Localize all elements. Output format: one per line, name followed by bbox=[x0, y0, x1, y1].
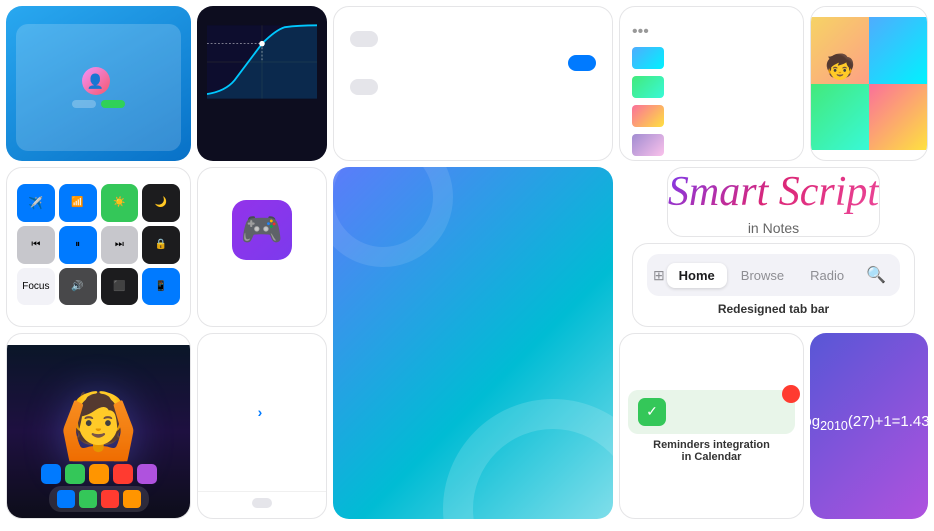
sp-avatar-row: 👤 bbox=[82, 67, 116, 95]
cc-next-btn[interactable]: ⏭ bbox=[101, 226, 139, 264]
photos-grid: 🧒 bbox=[811, 17, 927, 150]
cc-focus-btn[interactable]: Focus bbox=[17, 268, 55, 306]
cc-wifi-btn[interactable]: ✈️ bbox=[17, 184, 55, 222]
ff-thumb-4 bbox=[632, 134, 664, 156]
collapsible-top: › bbox=[198, 334, 326, 491]
reminders-badge bbox=[782, 385, 800, 403]
search-icon[interactable]: 🔍 bbox=[858, 260, 894, 290]
ipados-arc2 bbox=[333, 167, 453, 267]
ff-thumb-3 bbox=[632, 105, 664, 127]
freeform-card: ••• bbox=[619, 6, 804, 161]
cc-screen-btn[interactable]: ⬛ bbox=[101, 268, 139, 306]
ff-thumb-2 bbox=[632, 76, 664, 98]
hs3-app-5 bbox=[137, 464, 157, 484]
dock-icon-2 bbox=[79, 490, 97, 508]
cc-play-btn[interactable]: ⏸ bbox=[59, 226, 97, 264]
sp-avatar: 👤 bbox=[82, 67, 110, 95]
math-card: log2010(27)+1=1.433 bbox=[810, 333, 928, 519]
ipados-card bbox=[333, 167, 613, 519]
homescreen-person: 🙆 bbox=[59, 389, 139, 464]
ff-item-3 bbox=[632, 105, 791, 127]
sp-allow-button[interactable] bbox=[101, 100, 125, 108]
control-center-card: ✈️ 📶 ☀️ 🌙 ⏮ ⏸ ⏭ 🔒 Focus 🔊 ⬛ 📱 bbox=[6, 167, 191, 327]
smartscript-inner: Smart Script in Notes bbox=[667, 167, 880, 237]
chat-messages bbox=[350, 31, 596, 95]
photo-1: 🧒 bbox=[811, 17, 869, 84]
hs3-app-1 bbox=[41, 464, 61, 484]
freeform-dots: ••• bbox=[632, 23, 791, 41]
graphing-card bbox=[197, 6, 327, 161]
photos-card: 🧒 bbox=[810, 6, 928, 161]
ipados-arc bbox=[443, 399, 613, 519]
cc-dark-btn[interactable]: 🌙 bbox=[142, 184, 180, 222]
ff-item-4 bbox=[632, 134, 791, 156]
hs3-app-row bbox=[41, 464, 157, 484]
graphing-svg bbox=[207, 22, 317, 102]
dock-icon-4 bbox=[123, 490, 141, 508]
emoji-tapbacks-section bbox=[198, 491, 326, 518]
control-grid: ✈️ 📶 ☀️ 🌙 ⏮ ⏸ ⏭ 🔒 Focus 🔊 ⬛ 📱 bbox=[17, 184, 180, 305]
homescreen-card: 🙆 bbox=[6, 333, 191, 519]
homescreen-bg: 🙆 bbox=[7, 345, 190, 518]
dock-icon-1 bbox=[57, 490, 75, 508]
reminders-inner: ✓ bbox=[628, 390, 795, 434]
cc-volume-btn[interactable]: 🔊 bbox=[59, 268, 97, 306]
photos-header bbox=[811, 7, 927, 17]
tabbar-label: Redesigned tab bar bbox=[647, 302, 900, 316]
tabbar-inner: ⊞ Home Browse Radio 🔍 Redesigned tab bar bbox=[632, 243, 915, 327]
chat-msg-1 bbox=[350, 31, 378, 47]
chat-msg-3 bbox=[350, 79, 378, 95]
math-formula: log2010(27)+1=1.433 bbox=[810, 413, 928, 433]
reminders-icon: ✓ bbox=[638, 398, 666, 426]
tab-home[interactable]: Home bbox=[667, 263, 727, 288]
cc-music-btn[interactable]: ⏮ bbox=[17, 226, 55, 264]
ff-item-1 bbox=[632, 47, 791, 69]
gamemode-card: 🎮 bbox=[197, 167, 327, 327]
sp-deny-button[interactable] bbox=[72, 100, 96, 108]
cc-brightness-btn[interactable]: ☀️ bbox=[101, 184, 139, 222]
cc-extra-btn[interactable]: 📱 bbox=[142, 268, 180, 306]
reminders-card: ✓ Reminders integrationin Calendar bbox=[619, 333, 804, 519]
hs3-app-2 bbox=[65, 464, 85, 484]
sp-button-row bbox=[72, 100, 125, 108]
homescreen-title bbox=[7, 334, 190, 345]
freeform-list bbox=[632, 47, 791, 156]
reminders-label: Reminders integrationin Calendar bbox=[653, 439, 770, 463]
smartscript-title-inner: Smart Script bbox=[668, 168, 879, 216]
shareplay-dialog: 👤 bbox=[16, 24, 181, 151]
cc-bt-btn[interactable]: 📶 bbox=[59, 184, 97, 222]
photo-2 bbox=[869, 17, 927, 84]
smartscript-sub-inner: in Notes bbox=[748, 220, 799, 236]
chevron-icon: › bbox=[258, 404, 263, 420]
hs3-dock bbox=[49, 486, 149, 512]
gamemode-icon: 🎮 bbox=[232, 200, 292, 260]
photo-4 bbox=[869, 84, 927, 151]
ff-item-2 bbox=[632, 76, 791, 98]
photo-3 bbox=[811, 84, 869, 151]
hs3-app-4 bbox=[113, 464, 133, 484]
texteffects-card bbox=[333, 6, 613, 161]
hs3-app-3 bbox=[89, 464, 109, 484]
grid-icon: ⊞ bbox=[653, 267, 665, 284]
emoji-bubble bbox=[252, 498, 272, 508]
photo-person: 🧒 bbox=[825, 53, 855, 82]
shareplay-card: 👤 bbox=[6, 6, 191, 161]
ff-thumb-1 bbox=[632, 47, 664, 69]
tab-radio[interactable]: Radio bbox=[798, 263, 856, 288]
tabbar-bar: ⊞ Home Browse Radio 🔍 bbox=[647, 254, 900, 296]
tab-browse[interactable]: Browse bbox=[729, 263, 796, 288]
collapsible-header-row: › bbox=[258, 404, 267, 420]
smartscript-card: Smart Script in Notes ⊞ Home Browse Radi… bbox=[619, 167, 928, 327]
photos-footer bbox=[811, 150, 927, 160]
collapsible-card: › bbox=[197, 333, 327, 519]
cc-lock-btn[interactable]: 🔒 bbox=[142, 226, 180, 264]
chat-msg-2 bbox=[568, 55, 596, 71]
dock-icon-3 bbox=[101, 490, 119, 508]
